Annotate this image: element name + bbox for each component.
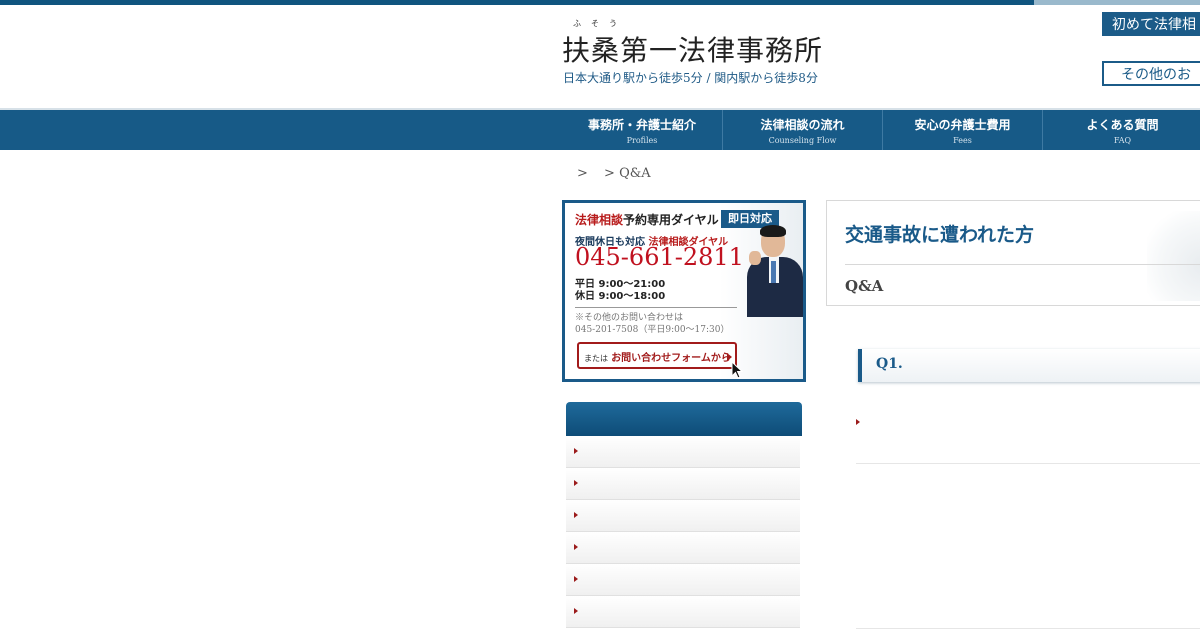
content-divider	[856, 628, 1200, 629]
page-title-box: 交通事故に遭われた方 Q&A	[826, 200, 1200, 306]
question-heading: Q1.	[858, 349, 1200, 382]
triangle-right-icon	[856, 419, 860, 425]
hours-holiday: 休日 9:00〜18:00	[575, 291, 666, 302]
lawyer-portrait	[745, 223, 803, 317]
triangle-right-icon	[574, 544, 578, 550]
other-inquiry-note: ※その他のお問い合わせは 045-201-7508（平日9:00〜17:30）	[575, 312, 730, 336]
phone-number[interactable]: 045-661-2811	[575, 243, 744, 271]
banner-title-red: 法律相談	[575, 213, 624, 227]
title-divider	[845, 264, 1200, 265]
site-header: ふそう 扶桑第一法律事務所 日本大通り駅から徒歩5分 / 関内駅から徒歩8分 初…	[0, 5, 1200, 108]
nav-item-sub: Counseling Flow	[768, 136, 837, 145]
triangle-right-icon	[574, 576, 578, 582]
portrait-hair	[760, 225, 786, 237]
triangle-right-icon	[574, 448, 578, 454]
logo-ruby: ふそう	[573, 19, 627, 28]
nav-item-fees[interactable]: 安心の弁護士費用 Fees	[882, 110, 1042, 150]
portrait-hand	[749, 251, 761, 265]
answer-divider	[856, 463, 1200, 464]
triangle-right-icon	[574, 512, 578, 518]
hours-weekday: 平日 9:00〜21:00	[575, 279, 666, 290]
nav-item-profiles[interactable]: 事務所・弁護士紹介 Profiles	[562, 110, 722, 150]
nav-item-label: 安心の弁護士費用	[914, 118, 1011, 132]
breadcrumb-current: > Q&A	[604, 166, 651, 181]
form-label: お問い合わせフォームから	[611, 353, 731, 364]
nav-item-sub: FAQ	[1113, 136, 1132, 145]
first-consultation-button[interactable]: 初めて法律相	[1102, 12, 1200, 36]
mouse-cursor-icon	[731, 361, 744, 379]
triangle-right-icon	[574, 608, 578, 614]
side-menu	[566, 402, 802, 630]
contact-form-button[interactable]: または お問い合わせフォームから	[577, 342, 737, 369]
nav-item-counseling-flow[interactable]: 法律相談の流れ Counseling Flow	[722, 110, 882, 150]
side-menu-item[interactable]	[566, 500, 800, 532]
banner-title-black: 予約専用ダイヤル	[623, 213, 719, 227]
banner-title: 法律相談予約専用ダイヤル	[575, 211, 719, 228]
side-menu-header	[566, 402, 802, 436]
nav-item-label: よくある質問	[1086, 118, 1159, 132]
global-nav: 事務所・弁護士紹介 Profiles 法律相談の流れ Counseling Fl…	[0, 110, 1200, 150]
nav-item-label: 事務所・弁護士紹介	[587, 118, 696, 132]
access-tagline: 日本大通り駅から徒歩5分 / 関内駅から徒歩8分	[563, 71, 818, 85]
car-background-image	[1147, 211, 1200, 301]
side-menu-item[interactable]	[566, 436, 800, 468]
side-menu-item[interactable]	[566, 596, 800, 628]
nav-item-label: 法律相談の流れ	[760, 118, 845, 132]
triangle-right-icon	[574, 480, 578, 486]
side-menu-item[interactable]	[566, 532, 800, 564]
note-line-2: 045-201-7508（平日9:00〜17:30）	[575, 325, 730, 335]
breadcrumb: > > Q&A	[577, 166, 663, 181]
page-subtitle: Q&A	[845, 277, 884, 295]
office-hours: 平日 9:00〜21:00 休日 9:00〜18:00	[575, 279, 665, 303]
site-logo[interactable]: 扶桑第一法律事務所	[562, 29, 823, 69]
portrait-tie	[771, 261, 776, 283]
banner-divider	[575, 307, 737, 308]
note-line-1: ※その他のお問い合わせは	[575, 313, 684, 323]
breadcrumb-home-link[interactable]: >	[577, 166, 588, 181]
phone-reservation-banner[interactable]: 法律相談予約専用ダイヤル 即日対応 夜間休日も対応 法律相談ダイヤル 045-6…	[562, 200, 806, 382]
question-number: Q1.	[876, 356, 903, 372]
page-title: 交通事故に遭われた方	[845, 224, 1035, 246]
nav-item-sub: Profiles	[626, 136, 658, 145]
nav-item-faq[interactable]: よくある質問 FAQ	[1042, 110, 1200, 150]
other-inquiry-button[interactable]: その他のお	[1102, 61, 1200, 86]
nav-item-sub: Fees	[953, 136, 972, 145]
form-prefix: または	[584, 354, 608, 363]
side-menu-item[interactable]	[566, 564, 800, 596]
triangle-right-icon	[727, 353, 732, 361]
side-menu-item[interactable]	[566, 468, 800, 500]
